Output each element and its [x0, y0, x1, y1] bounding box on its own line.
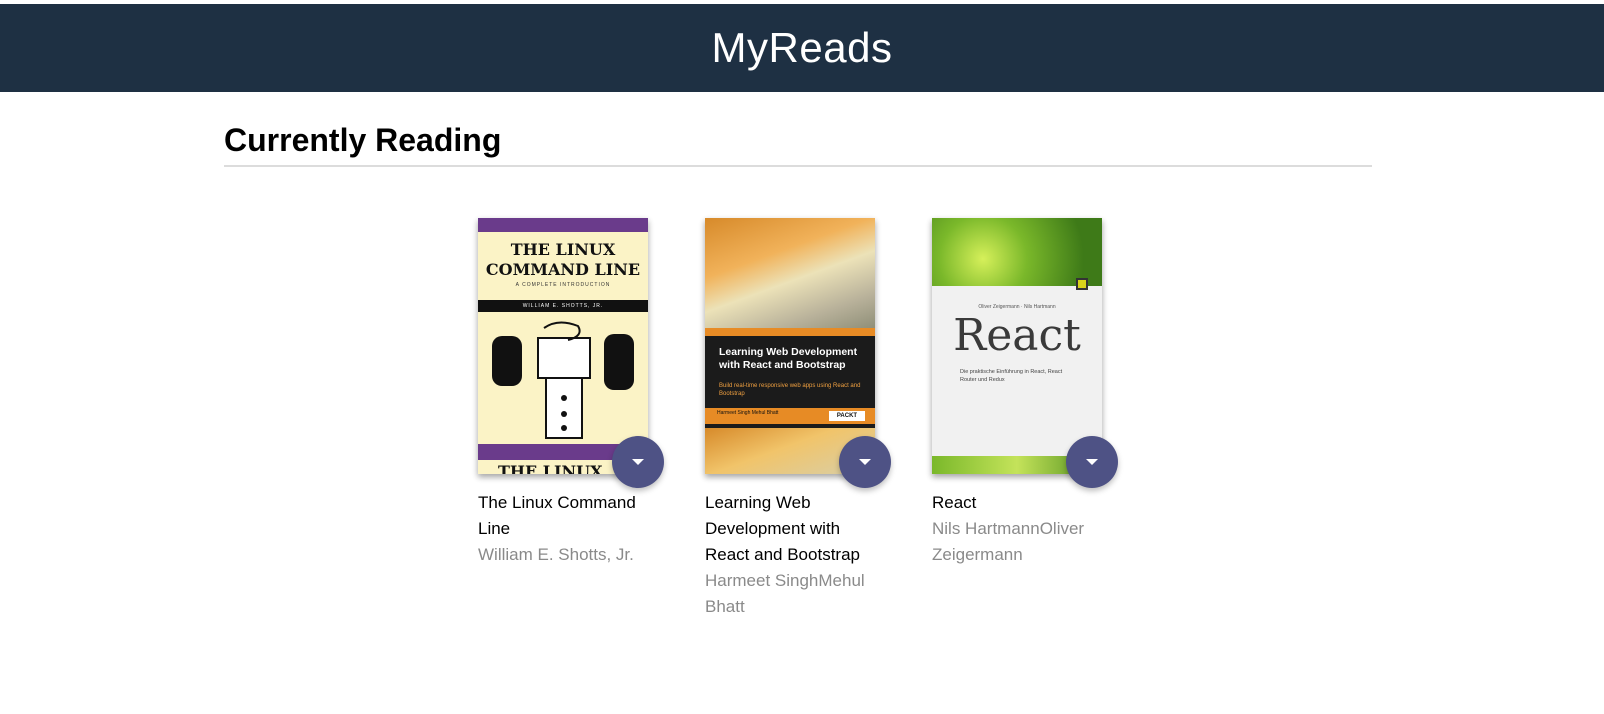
- shelf-changer-button[interactable]: [839, 436, 891, 488]
- shelf-title: Currently Reading: [224, 122, 502, 158]
- book-title: Learning Web Development with React and …: [705, 493, 860, 564]
- shelf-changer-button[interactable]: [1066, 436, 1118, 488]
- book-authors: Nils HartmannOliver Zeigermann: [932, 519, 1085, 564]
- shelf-divider: [224, 165, 1372, 167]
- book-cover-image: Oliver Zeigermann · Nils Hartmann React …: [932, 218, 1102, 474]
- book-item: Oliver Zeigermann · Nils Hartmann React …: [932, 218, 1118, 568]
- book-item: Learning Web Development with React and …: [705, 218, 891, 620]
- book-authors: Harmeet SinghMehul Bhatt: [705, 571, 865, 616]
- caret-down-icon: [632, 459, 644, 465]
- book-cover[interactable]: Oliver Zeigermann · Nils Hartmann React …: [932, 218, 1118, 488]
- caret-down-icon: [859, 459, 871, 465]
- book-authors: William E. Shotts, Jr.: [478, 545, 634, 564]
- book-item: THE LINUX COMMAND LINE A COMPLETE INTRODU…: [478, 218, 664, 568]
- caret-down-icon: [1086, 459, 1098, 465]
- app-header: MyReads: [0, 4, 1604, 92]
- book-title: The Linux Command Line: [478, 493, 636, 538]
- book-cover[interactable]: THE LINUX COMMAND LINE A COMPLETE INTRODU…: [478, 218, 664, 488]
- book-title: React: [932, 493, 977, 512]
- book-cover[interactable]: Learning Web Development with React and …: [705, 218, 891, 488]
- shelf-changer-button[interactable]: [612, 436, 664, 488]
- book-cover-image: Learning Web Development with React and …: [705, 218, 875, 474]
- app-title: MyReads: [711, 24, 893, 71]
- book-cover-image: THE LINUX COMMAND LINE A COMPLETE INTRODU…: [478, 218, 648, 474]
